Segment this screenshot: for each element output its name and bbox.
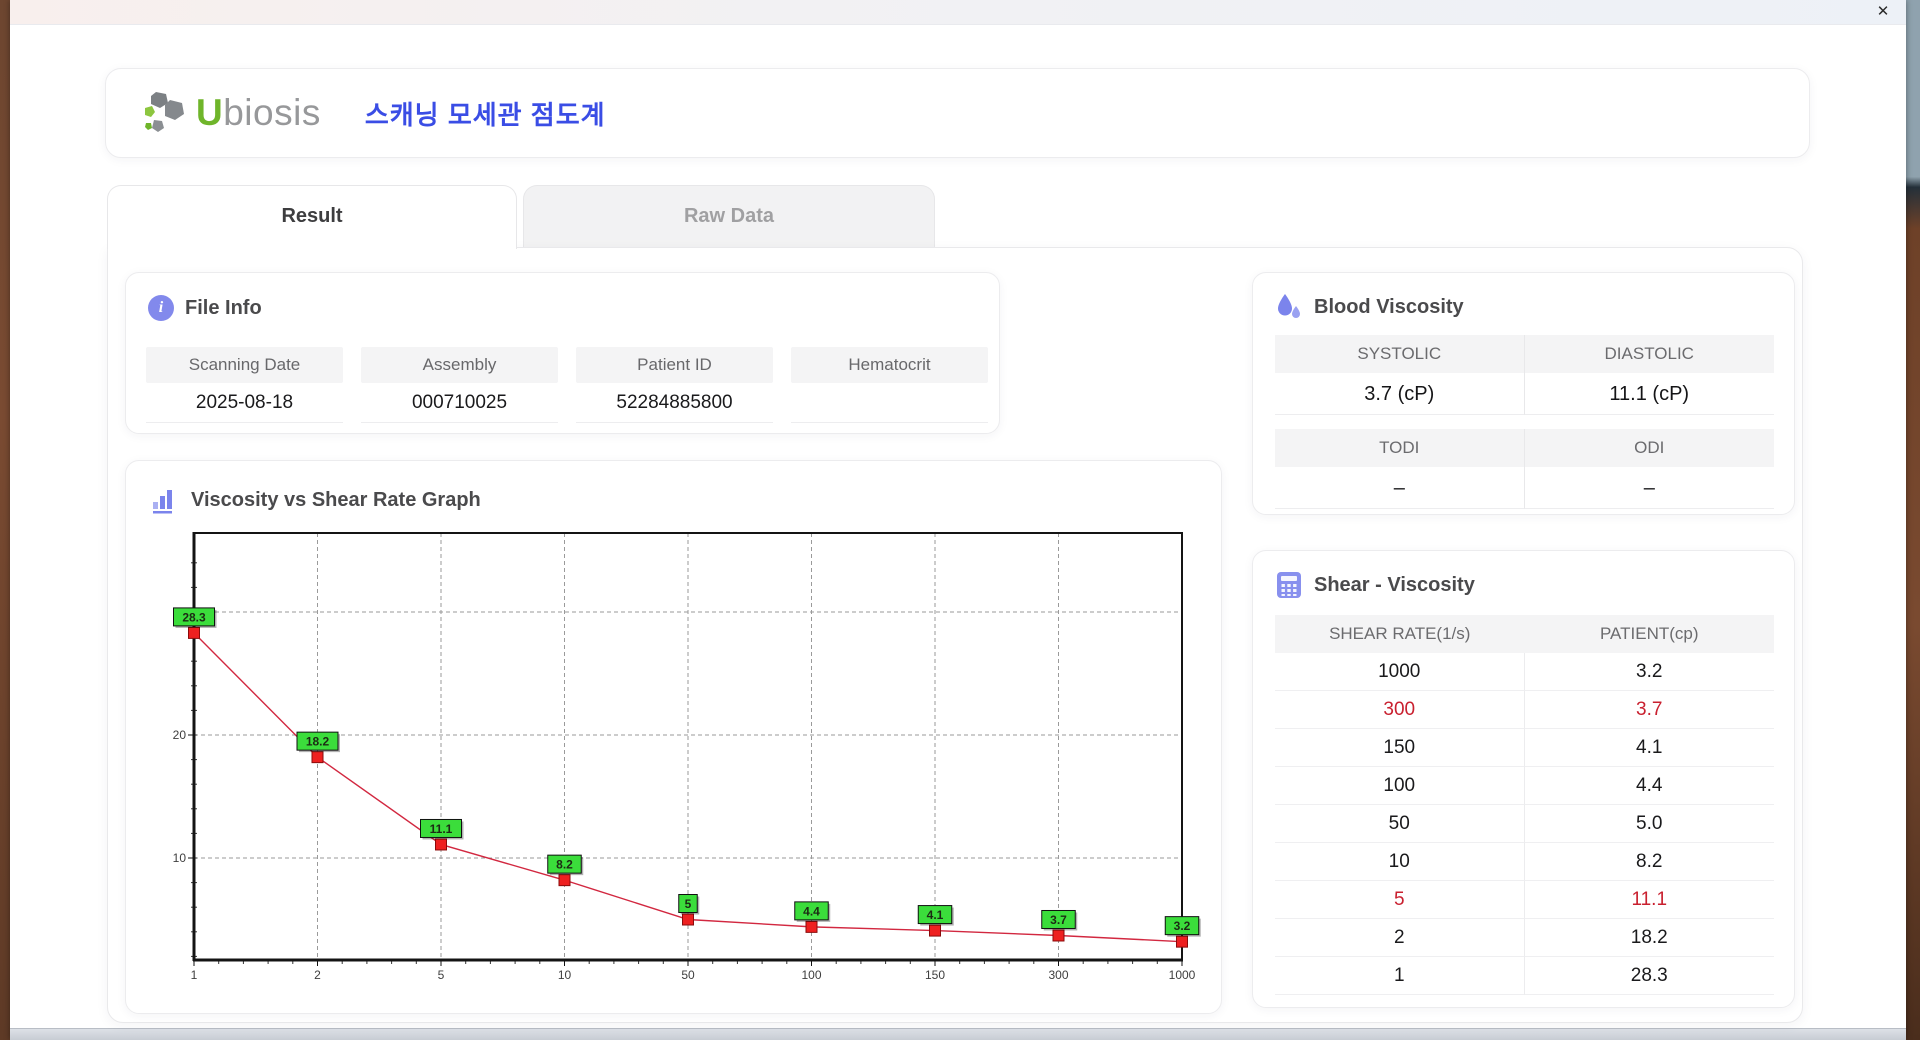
field-label: Assembly [361,347,558,383]
cell-patient: 4.1 [1525,729,1775,767]
table-row: 511.1 [1275,881,1774,919]
table-row: 128.3 [1275,957,1774,995]
cell-patient: 11.1 [1525,881,1775,919]
table-row: 10003.2 [1275,653,1774,691]
svg-text:8.2: 8.2 [556,858,573,872]
calculator-icon [1275,571,1303,599]
svg-text:50: 50 [681,968,695,982]
todi-value: – [1275,467,1525,509]
svg-text:28.3: 28.3 [182,610,206,624]
table-row: 108.2 [1275,843,1774,881]
info-icon: i [148,295,174,321]
table-row: 505.0 [1275,805,1774,843]
svg-text:3.7: 3.7 [1050,913,1067,927]
graph-title: Viscosity vs Shear Rate Graph [191,489,481,512]
table-row: 1504.1 [1275,729,1774,767]
todi-label: TODI [1275,429,1525,467]
svg-text:1000: 1000 [1169,968,1196,982]
svg-text:2: 2 [314,968,321,982]
file-info-card: i File Info Scanning Date 2025-08-18 Ass… [125,272,1000,434]
svg-text:300: 300 [1048,968,1068,982]
blood-viscosity-table: SYSTOLIC DIASTOLIC 3.7 (cP) 11.1 (cP) TO… [1275,335,1774,509]
field-scanning-date: Scanning Date 2025-08-18 [146,347,343,423]
shear-viscosity-table: SHEAR RATE(1/s) PATIENT(cp) 10003.2 3003… [1275,615,1774,995]
cell-shear-rate: 150 [1275,729,1525,767]
svg-text:10: 10 [173,851,187,865]
cell-patient: 28.3 [1525,957,1775,995]
cell-shear-rate: 1000 [1275,653,1525,691]
cell-patient: 18.2 [1525,919,1775,957]
field-value [791,383,988,423]
svg-text:10: 10 [558,968,572,982]
field-value: 2025-08-18 [146,383,343,423]
viscosity-graph-card: Viscosity vs Shear Rate Graph 1020301251… [125,460,1222,1014]
field-label: Patient ID [576,347,773,383]
bar-chart-icon [150,485,180,515]
table-row: 3003.7 [1275,691,1774,729]
svg-text:150: 150 [925,968,945,982]
blood-viscosity-card: Blood Viscosity SYSTOLIC DIASTOLIC 3.7 (… [1252,272,1795,515]
logo: Ubiosis [142,90,321,136]
tab-result[interactable]: Result [107,185,517,249]
app-title: 스캐닝 모세관 점도계 [365,95,606,132]
cell-shear-rate: 2 [1275,919,1525,957]
field-value: 52284885800 [576,383,773,423]
droplets-icon [1275,293,1303,321]
ubiosis-logo-mark-icon [142,90,190,136]
cell-patient: 3.7 [1525,691,1775,729]
svg-text:4.1: 4.1 [927,908,944,922]
blood-viscosity-title: Blood Viscosity [1314,296,1464,319]
svg-text:5: 5 [438,968,445,982]
col-patient: PATIENT(cp) [1525,615,1775,653]
cell-shear-rate: 1 [1275,957,1525,995]
svg-text:3.2: 3.2 [1174,919,1191,933]
window-bottom-edge [10,1028,1906,1040]
svg-text:5: 5 [685,897,692,911]
file-info-title: File Info [185,297,262,320]
odi-label: ODI [1525,429,1775,467]
field-label: Scanning Date [146,347,343,383]
cell-shear-rate: 300 [1275,691,1525,729]
field-value: 000710025 [361,383,558,423]
col-shear-rate: SHEAR RATE(1/s) [1275,615,1525,653]
svg-text:18.2: 18.2 [306,735,330,749]
cell-shear-rate: 10 [1275,843,1525,881]
svg-text:100: 100 [801,968,821,982]
systolic-value: 3.7 (cP) [1275,373,1525,415]
svg-text:20: 20 [173,728,187,742]
desktop-background-edge [1906,0,1920,1040]
shear-viscosity-title: Shear - Viscosity [1314,574,1475,597]
cell-patient: 8.2 [1525,843,1775,881]
header-card: Ubiosis 스캐닝 모세관 점도계 [105,68,1810,158]
cell-patient: 4.4 [1525,767,1775,805]
cell-shear-rate: 50 [1275,805,1525,843]
window-titlebar: ✕ [10,0,1906,25]
cell-patient: 5.0 [1525,805,1775,843]
field-assembly: Assembly 000710025 [361,347,558,423]
odi-value: – [1525,467,1775,509]
app-window: ✕ Ubiosis 스캐닝 모세관 점도계 Result Raw Data i … [10,0,1906,1040]
close-icon[interactable]: ✕ [1872,2,1894,22]
logo-text: Ubiosis [196,92,321,134]
table-row: 218.2 [1275,919,1774,957]
field-patient-id: Patient ID 52284885800 [576,347,773,423]
table-row: 1004.4 [1275,767,1774,805]
diastolic-label: DIASTOLIC [1525,335,1775,373]
tab-raw-data[interactable]: Raw Data [523,185,935,247]
viscosity-chart: 1020301251050100150300100028.318.211.18.… [154,525,1214,987]
field-hematocrit: Hematocrit [791,347,988,423]
shear-viscosity-card: Shear - Viscosity SHEAR RATE(1/s) PATIEN… [1252,550,1795,1008]
cell-shear-rate: 100 [1275,767,1525,805]
cell-shear-rate: 5 [1275,881,1525,919]
diastolic-value: 11.1 (cP) [1525,373,1775,415]
field-label: Hematocrit [791,347,988,383]
svg-text:4.4: 4.4 [803,904,820,918]
svg-text:1: 1 [191,968,198,982]
cell-patient: 3.2 [1525,653,1775,691]
systolic-label: SYSTOLIC [1275,335,1525,373]
svg-text:11.1: 11.1 [430,822,453,836]
